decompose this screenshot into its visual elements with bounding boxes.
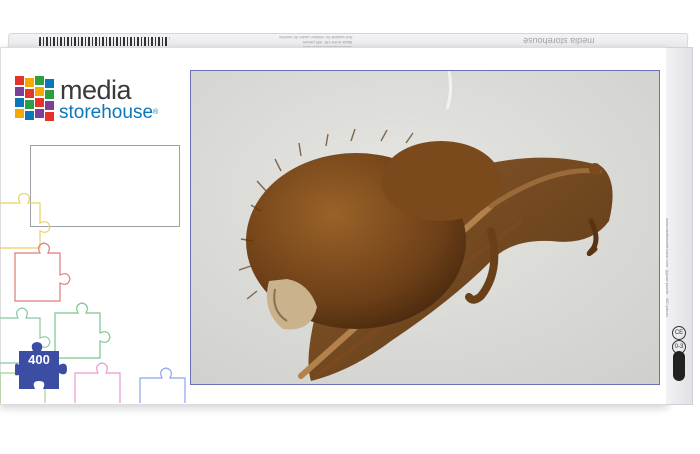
barcode xyxy=(38,37,170,46)
box-side-edge: www.mediastorehouse.com · jigsaw puzzle … xyxy=(665,47,693,405)
side-label-oval xyxy=(673,351,685,381)
side-fine-print: www.mediastorehouse.com · jigsaw puzzle … xyxy=(665,218,670,318)
ce-icon: CE xyxy=(672,326,686,340)
top-fine-line-3: Not suitable for children under 36 month… xyxy=(279,35,353,40)
logo-grid-icon xyxy=(15,76,54,121)
top-fine-line-2: Made in the UK. 400 pieces xyxy=(302,40,353,45)
bat-image xyxy=(191,71,659,384)
brand-name-storehouse: storehouse® xyxy=(59,102,158,124)
brand-name-media: media xyxy=(60,75,132,105)
registered-mark: ® xyxy=(153,109,159,116)
puzzle-box: www.mediastorehouse.com Made in the UK. … xyxy=(0,33,700,405)
brand-logo: media storehouse® xyxy=(15,75,185,125)
brand-name-storehouse-text: storehouse xyxy=(59,102,154,123)
product-image xyxy=(190,70,660,385)
piece-count: 400 xyxy=(28,352,50,367)
top-brand-text: media storehouse xyxy=(522,36,595,46)
